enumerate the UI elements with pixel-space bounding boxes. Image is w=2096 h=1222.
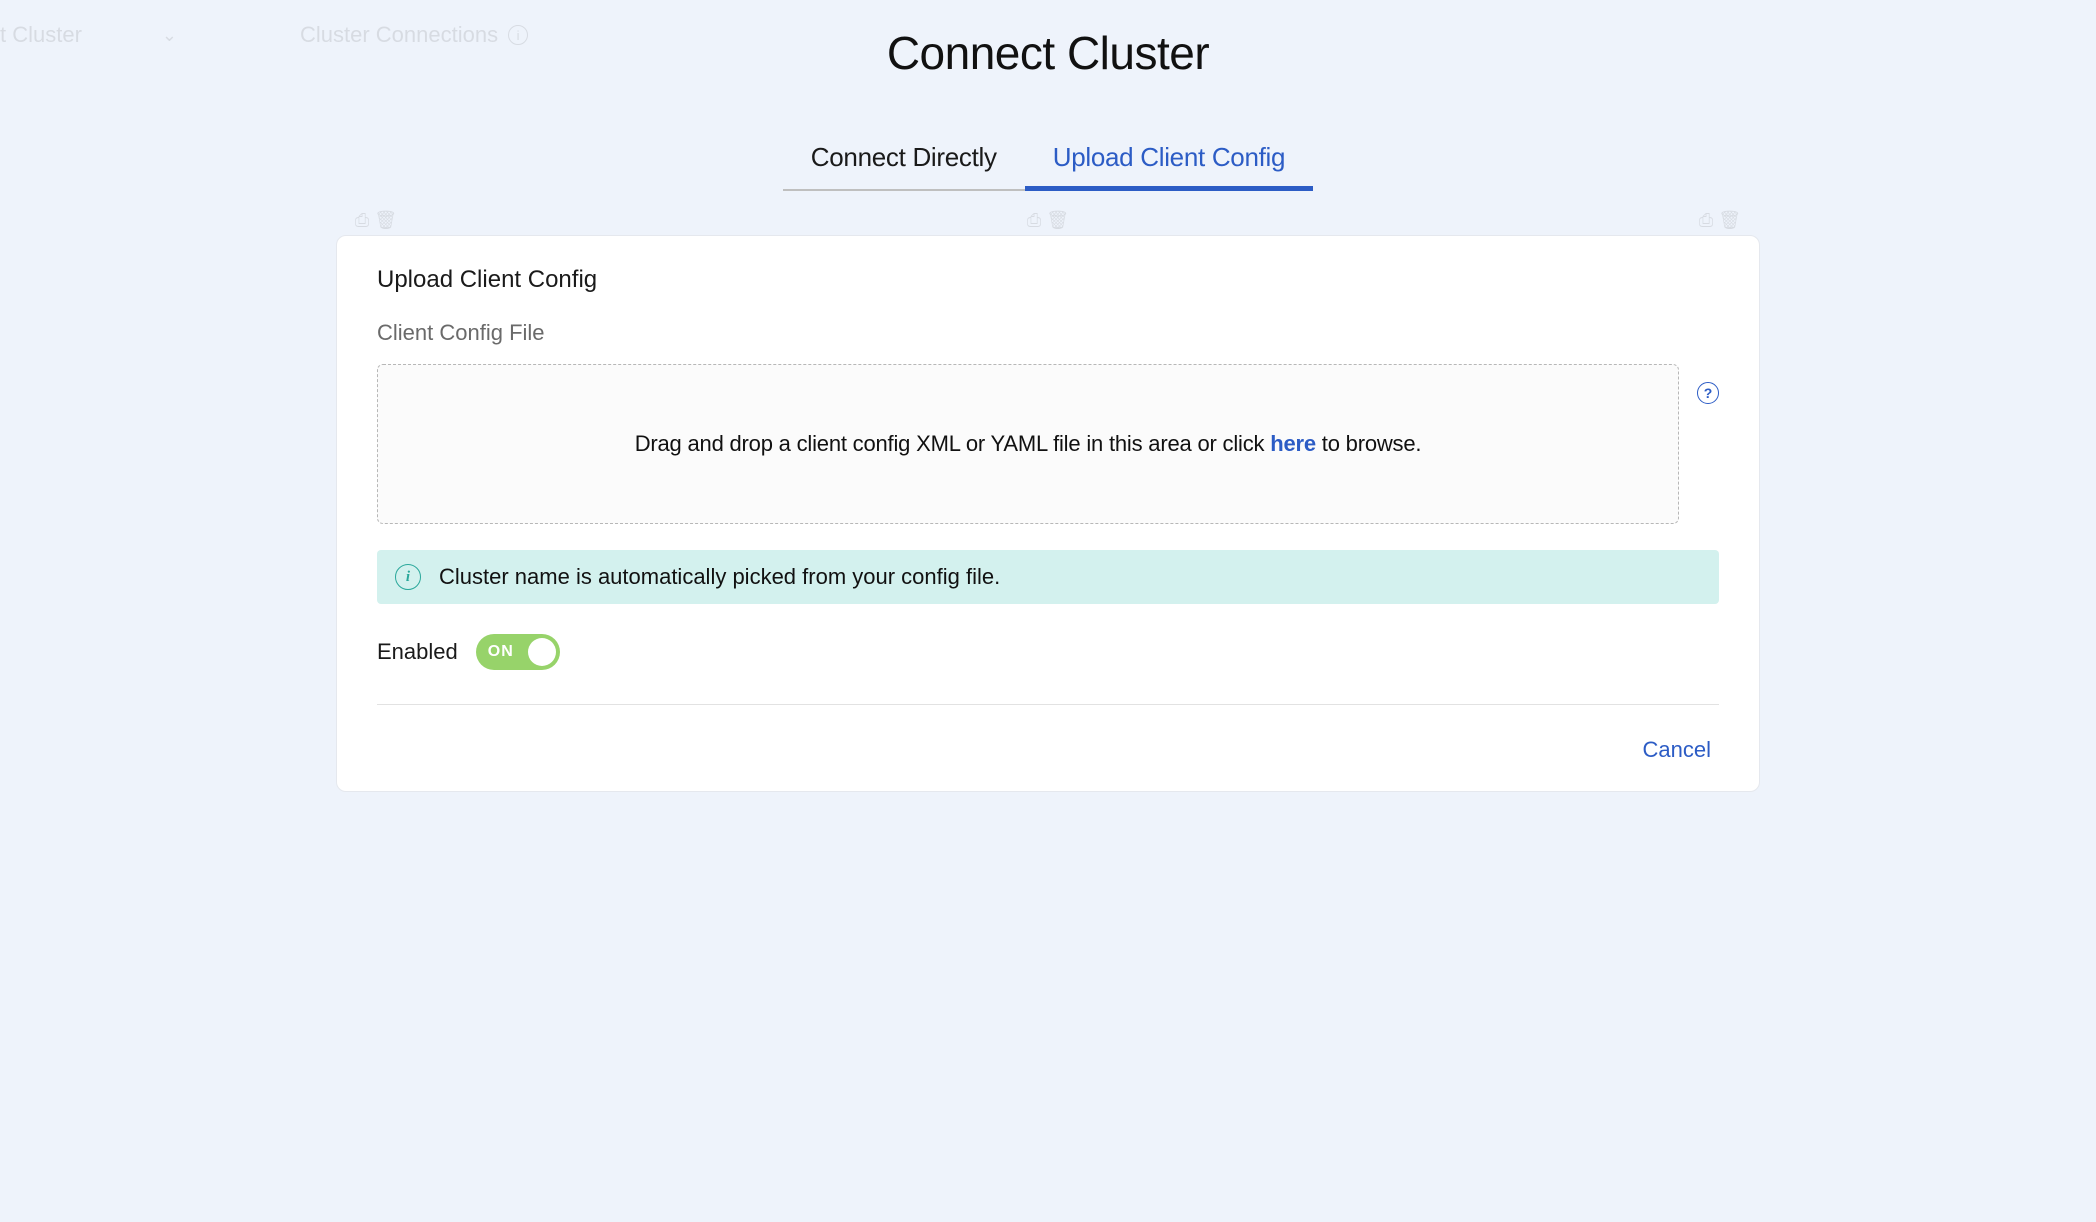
upload-config-panel: Upload Client Config Client Config File … <box>336 235 1760 792</box>
bg-cluster-dropdown-label: t Cluster <box>0 22 82 48</box>
tab-upload-client-config[interactable]: Upload Client Config <box>1025 136 1313 191</box>
modal-title: Connect Cluster <box>336 26 1760 80</box>
field-label-client-config-file: Client Config File <box>377 320 1719 346</box>
help-glyph: ? <box>1704 385 1713 401</box>
dropzone-browse-link[interactable]: here <box>1270 431 1316 456</box>
dropzone-row: Drag and drop a client config XML or YAM… <box>377 364 1719 524</box>
dropzone-text: Drag and drop a client config XML or YAM… <box>635 431 1422 457</box>
toggle-knob <box>528 638 556 666</box>
toggle-state-text: ON <box>488 643 514 661</box>
info-banner-text: Cluster name is automatically picked fro… <box>439 564 1000 590</box>
dropzone-prefix: Drag and drop a client config XML or YAM… <box>635 431 1271 456</box>
dropzone-suffix: to browse. <box>1316 431 1421 456</box>
chevron-down-icon: ⌄ <box>162 25 177 46</box>
enabled-toggle-row: Enabled ON <box>377 634 1719 705</box>
enabled-toggle[interactable]: ON <box>476 634 560 670</box>
help-icon[interactable]: ? <box>1697 382 1719 404</box>
tabs: Connect Directly Upload Client Config <box>336 136 1760 191</box>
cancel-button[interactable]: Cancel <box>1635 733 1719 767</box>
info-banner: i Cluster name is automatically picked f… <box>377 550 1719 604</box>
file-dropzone[interactable]: Drag and drop a client config XML or YAM… <box>377 364 1679 524</box>
enabled-label: Enabled <box>377 639 458 665</box>
section-title: Upload Client Config <box>377 266 1719 294</box>
actions-row: Cancel <box>377 705 1719 767</box>
info-icon: i <box>395 564 421 590</box>
tab-connect-directly[interactable]: Connect Directly <box>783 136 1025 191</box>
connect-cluster-modal: Connect Cluster Connect Directly Upload … <box>328 0 1768 822</box>
info-glyph: i <box>406 569 410 586</box>
